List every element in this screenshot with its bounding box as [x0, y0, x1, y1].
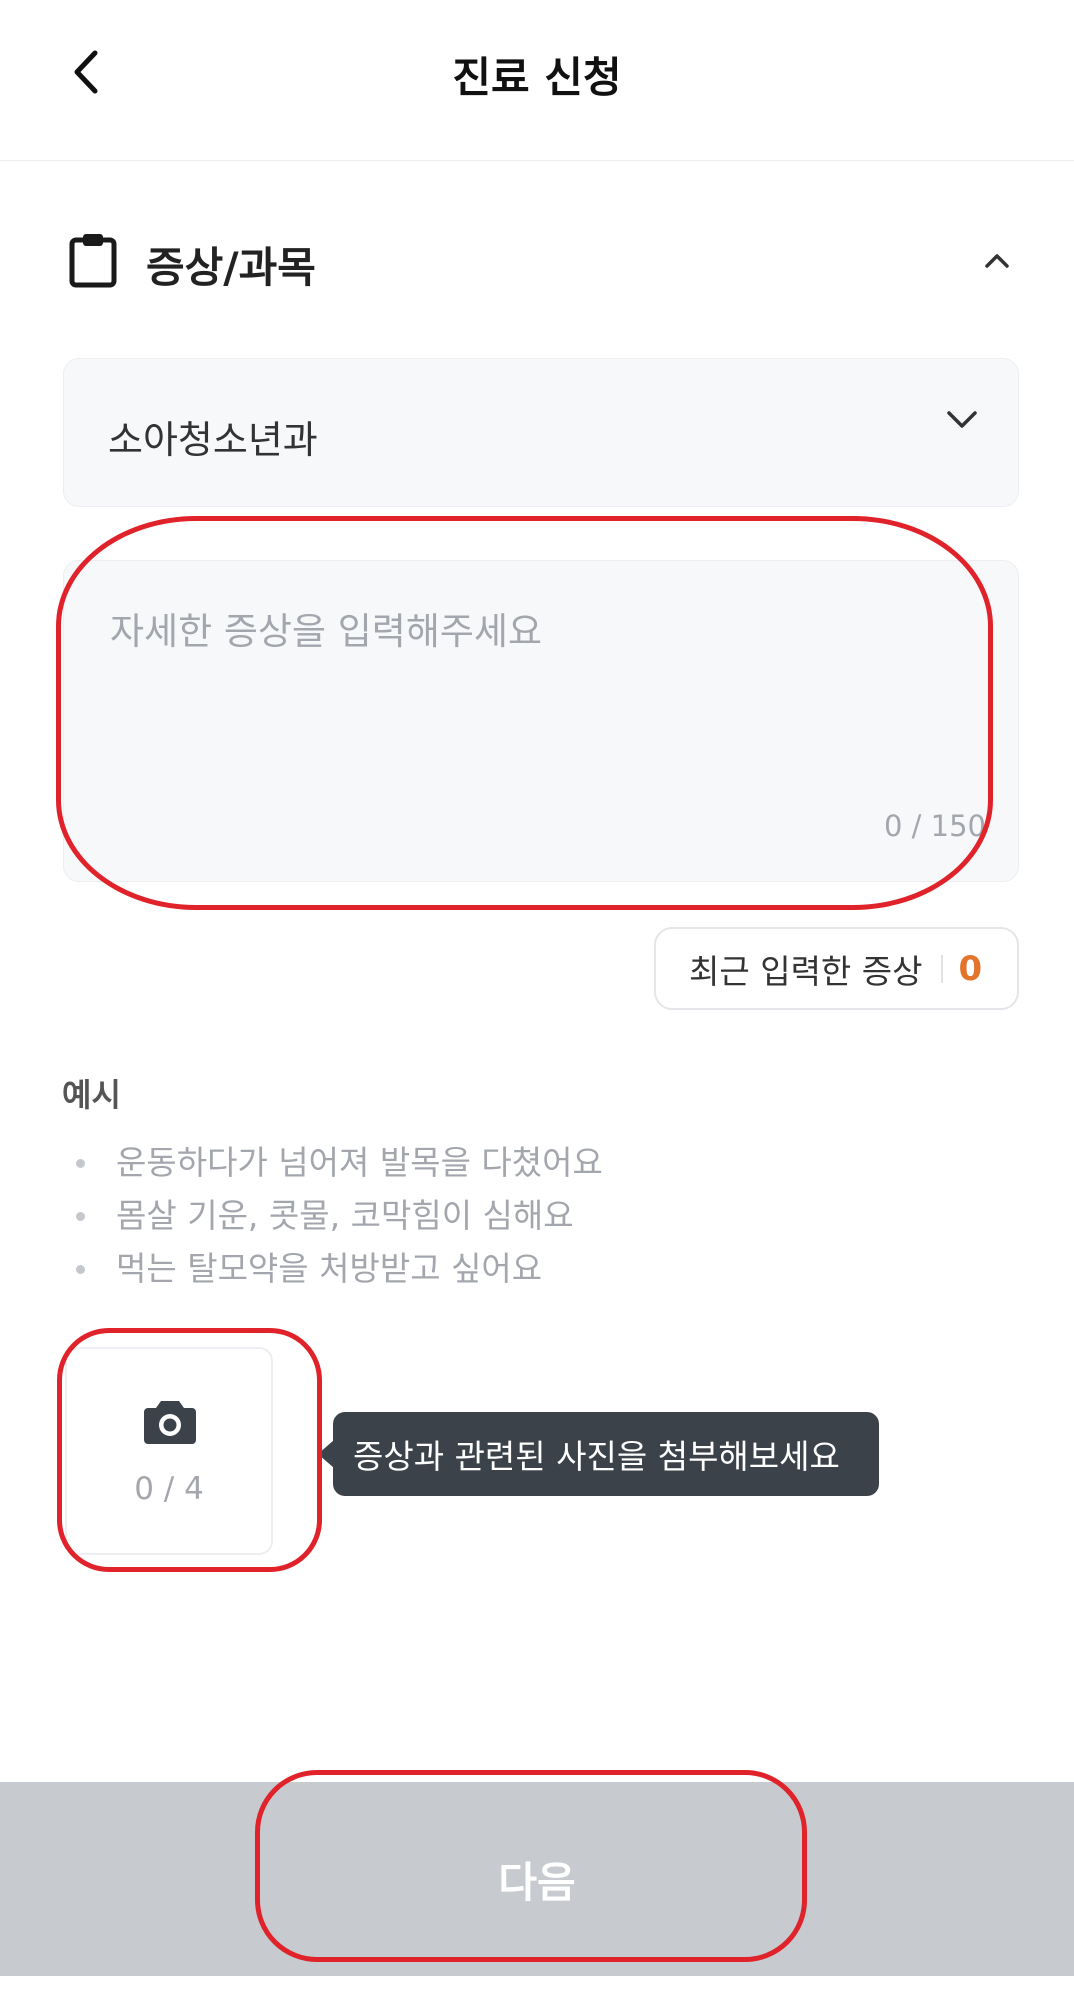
collapse-button[interactable]	[972, 236, 1022, 286]
photo-tooltip: 증상과 관련된 사진을 첨부해보세요	[333, 1412, 879, 1496]
symptom-input[interactable]	[110, 601, 990, 801]
clipboard-icon	[69, 234, 117, 288]
camera-icon	[144, 1401, 196, 1444]
photo-count: 0 / 4	[134, 1471, 204, 1507]
recent-symptoms-label: 최근 입력한 증상	[689, 951, 923, 991]
recent-symptoms-button[interactable]: 최근 입력한 증상 0	[654, 927, 1019, 1010]
chevron-down-icon	[947, 411, 977, 428]
chevron-up-icon	[985, 254, 1009, 268]
recent-symptoms-count: 0	[958, 948, 983, 989]
example-item: 몸살 기운, 콧물, 코막힘이 심해요	[74, 1189, 603, 1242]
tooltip-text: 증상과 관련된 사진을 첨부해보세요	[353, 1437, 840, 1476]
section-title: 증상/과목	[146, 243, 316, 292]
example-item: 먹는 탈모약을 처방받고 싶어요	[74, 1242, 603, 1295]
tooltip-arrow	[318, 1440, 334, 1468]
department-value: 소아청소년과	[108, 418, 318, 462]
symptom-section-header[interactable]: 증상/과목	[62, 226, 1022, 296]
examples-title: 예시	[62, 1076, 121, 1114]
page-title: 진료 신청	[452, 53, 622, 102]
symptom-input-box: 0 / 150	[63, 560, 1019, 882]
app-header: 진료 신청	[0, 0, 1074, 161]
next-button[interactable]: 다음	[0, 1782, 1074, 1976]
character-counter: 0 / 150	[883, 809, 986, 843]
department-select[interactable]: 소아청소년과	[63, 358, 1019, 507]
examples-list: 운동하다가 넘어져 발목을 다쳤어요 몸살 기운, 콧물, 코막힘이 심해요 먹…	[74, 1136, 603, 1295]
next-button-label: 다음	[498, 1857, 576, 1907]
example-item: 운동하다가 넘어져 발목을 다쳤어요	[74, 1136, 603, 1189]
photo-upload-button[interactable]: 0 / 4	[65, 1347, 273, 1555]
divider	[940, 954, 943, 983]
